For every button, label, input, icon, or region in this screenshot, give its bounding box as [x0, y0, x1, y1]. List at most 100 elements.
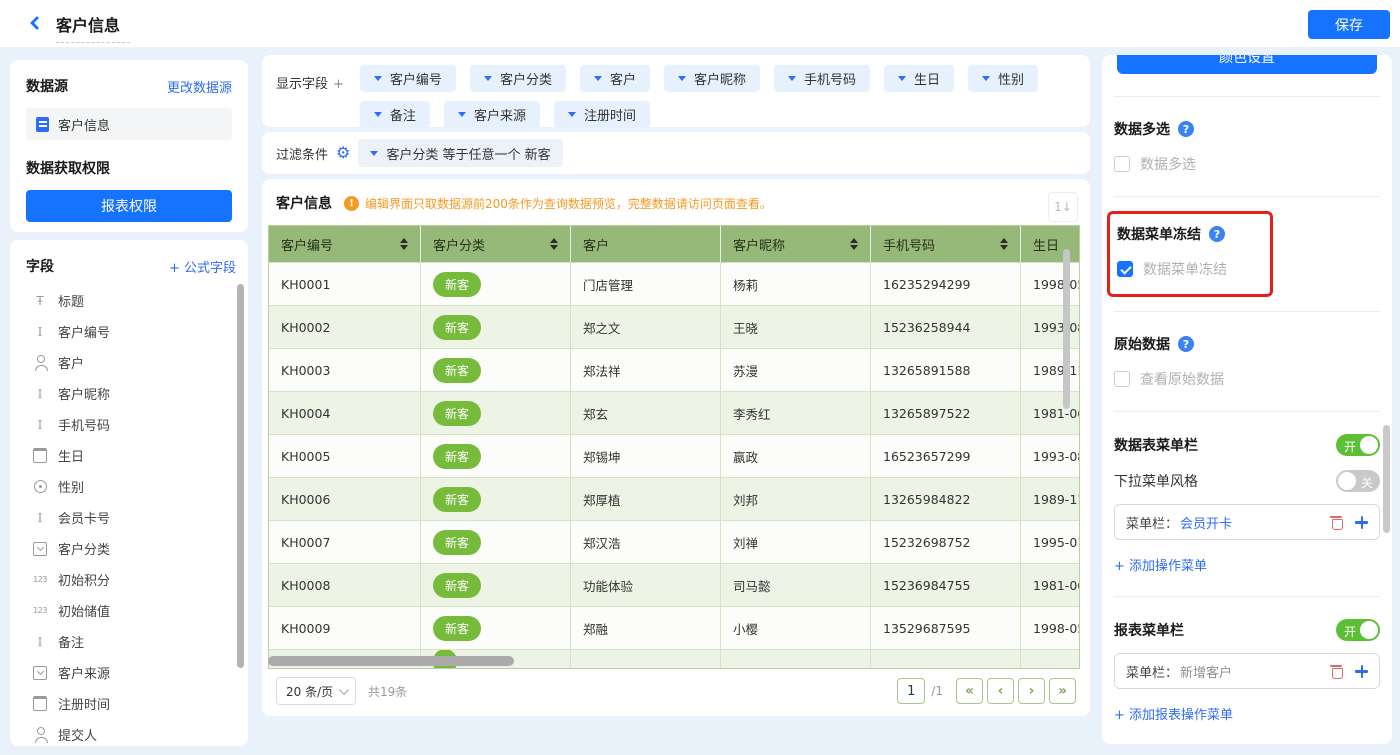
table-row[interactable]: KH0005新客郑锡坤嬴政165236572991993-08	[269, 434, 1080, 477]
next-page-button[interactable]: ›	[1018, 678, 1045, 704]
report-permission-button[interactable]: 报表权限	[26, 190, 232, 222]
table-menu-item[interactable]: 菜单栏： 会员开卡	[1114, 504, 1380, 540]
row-sort-icon[interactable]	[1048, 192, 1078, 222]
display-field-tag[interactable]: 客户昵称	[664, 65, 760, 92]
table-row[interactable]: KH0006新客郑厚植刘邦132659848221989-11	[269, 477, 1080, 520]
radio-icon	[32, 479, 48, 495]
report-menu-toggle[interactable]: 开	[1336, 619, 1380, 641]
display-field-tag[interactable]: 注册时间	[554, 101, 650, 128]
sidebar-field[interactable]: 性别	[26, 471, 236, 502]
column-header-phone[interactable]: 手机号码	[871, 226, 1021, 262]
panel-scrollbar[interactable]	[1383, 425, 1390, 533]
sort-up-icon	[1000, 238, 1008, 243]
sidebar-field[interactable]: 备注	[26, 626, 236, 657]
back-icon[interactable]	[30, 16, 44, 30]
freeze-checkbox[interactable]	[1117, 261, 1133, 277]
sort-icon[interactable]	[400, 238, 408, 251]
table-menu-toggle[interactable]: 开	[1336, 434, 1380, 456]
multi-select-checkbox[interactable]	[1114, 156, 1130, 172]
display-field-tag[interactable]: 性别	[968, 65, 1038, 92]
datasource-item[interactable]: 客户信息	[26, 108, 232, 140]
last-page-button[interactable]: »	[1049, 678, 1076, 704]
sidebar-field[interactable]: 客户编号	[26, 316, 236, 347]
formula-field-link[interactable]: + 公式字段	[169, 257, 236, 276]
delete-icon[interactable]	[1330, 516, 1342, 529]
help-icon[interactable]	[1178, 121, 1194, 137]
raw-data-checkbox[interactable]	[1114, 371, 1130, 387]
sort-icon[interactable]	[550, 238, 558, 251]
raw-data-title: 原始数据	[1114, 334, 1170, 354]
menu-item-value[interactable]: 会员开卡	[1180, 513, 1232, 532]
report-menu-item[interactable]: 菜单栏： 新增客户	[1114, 653, 1380, 689]
change-datasource-link[interactable]: 更改数据源	[167, 77, 232, 96]
sidebar-field[interactable]: 客户分类	[26, 533, 236, 564]
column-header-birthday[interactable]: 生日	[1021, 226, 1080, 262]
sidebar-field[interactable]: 手机号码	[26, 409, 236, 440]
cell-id: KH0008	[269, 564, 421, 606]
sidebar-field[interactable]: 初始储值	[26, 595, 236, 626]
add-action-menu-link[interactable]: + 添加操作菜单	[1114, 555, 1380, 574]
multi-select-checkbox-row[interactable]: 数据多选	[1114, 154, 1380, 174]
display-field-tag[interactable]: 客户分类	[470, 65, 566, 92]
help-icon[interactable]	[1178, 336, 1194, 352]
first-page-button[interactable]: «	[956, 678, 983, 704]
table-row[interactable]: KH0008新客功能体验司马懿152369847551981-06	[269, 563, 1080, 606]
display-field-tag[interactable]: 生日	[884, 65, 954, 92]
document-icon	[36, 117, 49, 132]
freeze-highlight-box: 数据菜单冻结 数据菜单冻结	[1107, 211, 1273, 297]
table-row[interactable]: KH0001新客门店管理杨莉162352942991998-05	[269, 262, 1080, 305]
sidebar-field[interactable]: 客户来源	[26, 657, 236, 688]
sort-icon[interactable]	[1000, 238, 1008, 251]
table-row[interactable]: KH0003新客郑法祥苏漫132658915881989-11	[269, 348, 1080, 391]
display-field-tag[interactable]: 客户来源	[444, 101, 540, 128]
page-number-input[interactable]: 1	[897, 678, 925, 704]
page: 客户信息 保存 数据源 更改数据源 客户信息 数据获取权限 报表权限 字段 + …	[0, 0, 1400, 755]
cell-category: 新客	[421, 349, 571, 391]
sidebar-field[interactable]: 客户	[26, 347, 236, 378]
table-row[interactable]: KH0009新客郑融小樱135296875951998-05	[269, 606, 1080, 649]
display-field-tag[interactable]: 手机号码	[774, 65, 870, 92]
sidebar-field[interactable]: 客户昵称	[26, 378, 236, 409]
category-badge: 新客	[433, 401, 481, 426]
color-settings-button[interactable]: 颜色设置	[1117, 55, 1377, 74]
sidebar-field[interactable]: 提交人	[26, 719, 236, 746]
add-report-menu-link[interactable]: + 添加报表操作菜单	[1114, 704, 1380, 723]
display-field-tag[interactable]: 客户	[580, 65, 650, 92]
display-field-tag-label: 注册时间	[584, 105, 636, 124]
table-horizontal-scrollbar[interactable]	[268, 656, 514, 666]
freeze-checkbox-row[interactable]: 数据菜单冻结	[1117, 259, 1248, 279]
gear-icon[interactable]: ⚙	[336, 145, 350, 161]
cell-birthday: 1981-06	[1021, 392, 1080, 434]
delete-icon[interactable]	[1330, 665, 1342, 678]
table-row[interactable]: KH0004新客郑玄李秀红132658975221981-06	[269, 391, 1080, 434]
display-field-tag[interactable]: 客户编号	[360, 65, 456, 92]
filter-label: 过滤条件	[276, 144, 328, 163]
sidebar-field-label: 手机号码	[58, 415, 110, 434]
table-row[interactable]: KH0007新客郑汉浩刘禅152326987521995-01	[269, 520, 1080, 563]
column-header-customer[interactable]: 客户	[571, 226, 721, 262]
column-header-category[interactable]: 客户分类	[421, 226, 571, 262]
add-display-field-button[interactable]: +	[333, 77, 344, 92]
sidebar-field[interactable]: 会员卡号	[26, 502, 236, 533]
raw-data-checkbox-row[interactable]: 查看原始数据	[1114, 369, 1380, 389]
fields-scrollbar[interactable]	[237, 284, 244, 668]
move-icon[interactable]	[1355, 665, 1368, 678]
dropdown-style-toggle[interactable]: 关	[1336, 470, 1380, 492]
sidebar-field[interactable]: 生日	[26, 440, 236, 471]
column-header-id[interactable]: 客户编号	[269, 226, 421, 262]
table-row[interactable]: KH0002新客郑之文王晓152362589441993-08	[269, 305, 1080, 348]
table-vertical-scrollbar[interactable]	[1063, 249, 1070, 409]
display-field-tag[interactable]: 备注	[360, 101, 430, 128]
prev-page-button[interactable]: ‹	[987, 678, 1014, 704]
sidebar-field[interactable]: 初始积分	[26, 564, 236, 595]
sidebar-field[interactable]: 注册时间	[26, 688, 236, 719]
caret-down-icon	[788, 76, 796, 81]
sort-icon[interactable]	[850, 238, 858, 251]
save-button[interactable]: 保存	[1308, 10, 1390, 39]
column-header-nickname[interactable]: 客户昵称	[721, 226, 871, 262]
filter-condition-tag[interactable]: 客户分类 等于任意一个 新客	[358, 139, 562, 167]
page-size-select[interactable]: 20 条/页	[276, 677, 356, 705]
help-icon[interactable]	[1209, 226, 1225, 242]
sidebar-field[interactable]: 标题	[26, 285, 236, 316]
move-icon[interactable]	[1355, 516, 1368, 529]
